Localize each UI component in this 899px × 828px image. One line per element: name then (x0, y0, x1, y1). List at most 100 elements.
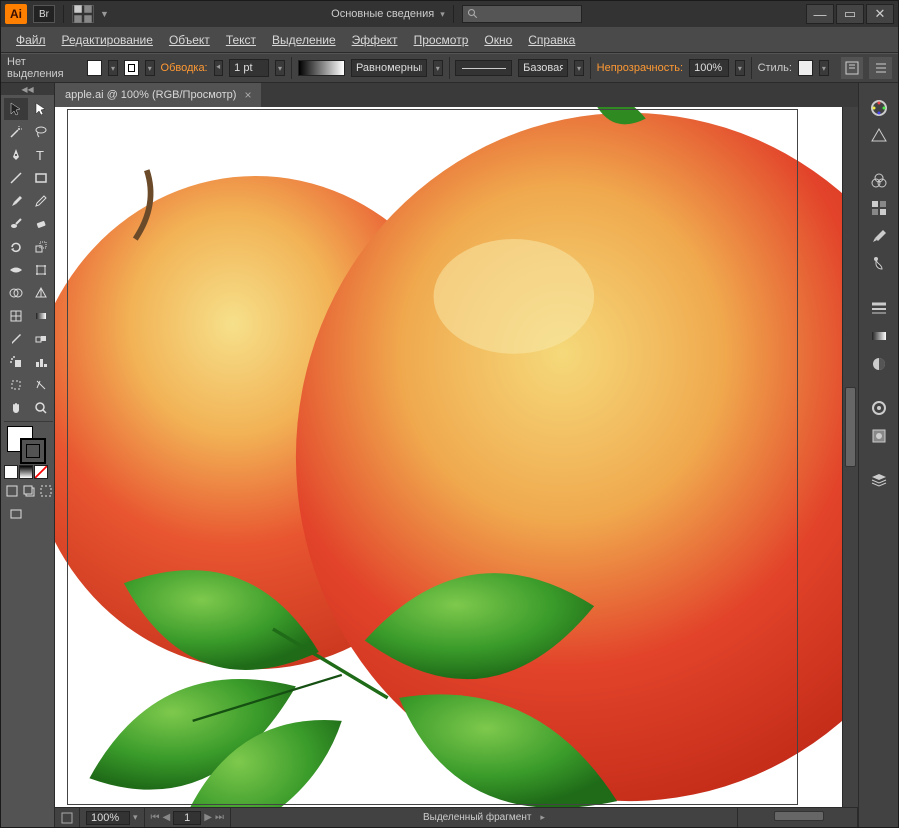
fill-dropdown[interactable]: ▾ (108, 60, 118, 76)
eyedropper-tool[interactable] (4, 328, 28, 350)
menu-text[interactable]: Текст (219, 30, 263, 50)
gradient-panel-icon[interactable] (865, 323, 893, 349)
line-tool[interactable] (4, 167, 28, 189)
artboard-nav-next-icon[interactable]: ▶ (204, 812, 212, 823)
draw-normal-icon[interactable] (4, 483, 20, 499)
stroke-swatch[interactable] (124, 60, 139, 76)
mesh-tool[interactable] (4, 305, 28, 327)
rotate-tool[interactable] (4, 236, 28, 258)
color-panel-icon[interactable] (865, 95, 893, 121)
pencil-tool[interactable] (29, 190, 53, 212)
brushes-panel-icon[interactable] (865, 195, 893, 221)
type-tool[interactable]: T (29, 144, 53, 166)
color-mode-none[interactable] (34, 465, 48, 479)
transparency-panel-icon[interactable] (865, 351, 893, 377)
style-dropdown[interactable]: ▾ (819, 60, 829, 76)
column-graph-tool[interactable] (29, 351, 53, 373)
blob-brush-tool[interactable] (4, 213, 28, 235)
stroke-weight-down[interactable]: ⯇ (214, 60, 224, 76)
blend-tool[interactable] (29, 328, 53, 350)
zoom-dropdown[interactable]: ▾ (133, 812, 138, 823)
zoom-tool[interactable] (29, 397, 53, 419)
status-info-dropdown[interactable]: ▸ (540, 812, 545, 823)
shape-builder-tool[interactable] (4, 282, 28, 304)
minimize-button[interactable]: — (806, 4, 834, 24)
arrange-dropdown[interactable]: ▼ (100, 9, 109, 19)
magic-wand-tool[interactable] (4, 121, 28, 143)
canvas[interactable] (55, 107, 858, 807)
profile-label[interactable] (351, 59, 427, 77)
selection-tool[interactable] (4, 98, 28, 120)
artboard-nav-prev-icon[interactable]: ◀ (163, 812, 171, 823)
brush-dropdown[interactable]: ▾ (574, 60, 584, 76)
menu-object[interactable]: Объект (162, 30, 217, 50)
workspace-switcher[interactable]: Основные сведения (331, 8, 434, 20)
color-guide-panel-icon[interactable] (865, 123, 893, 149)
stroke-dropdown[interactable]: ▾ (145, 60, 155, 76)
menu-effect[interactable]: Эффект (345, 30, 405, 50)
close-button[interactable]: ✕ (866, 4, 894, 24)
draw-behind-icon[interactable] (21, 483, 37, 499)
opacity-label[interactable]: Непрозрачность: (597, 62, 683, 74)
draw-inside-icon[interactable] (38, 483, 54, 499)
menu-select[interactable]: Выделение (265, 30, 343, 50)
maximize-button[interactable]: ▭ (836, 4, 864, 24)
perspective-grid-tool[interactable] (29, 282, 53, 304)
graphic-style-swatch[interactable] (798, 60, 813, 76)
opacity-input[interactable] (689, 59, 729, 77)
layers-panel-icon[interactable] (865, 467, 893, 493)
pen-tool[interactable] (4, 144, 28, 166)
tools-collapse[interactable]: ◀◀ (1, 83, 54, 95)
stroke-color[interactable] (20, 438, 46, 464)
ruler-origin-icon[interactable] (55, 808, 80, 827)
symbols-panel-icon[interactable] (865, 223, 893, 249)
arrange-documents-icon[interactable] (72, 5, 94, 23)
horizontal-scroll-thumb[interactable] (774, 811, 824, 821)
artboard-tool[interactable] (4, 374, 28, 396)
brush-label[interactable] (518, 59, 568, 77)
rectangle-tool[interactable] (29, 167, 53, 189)
color-mode-color[interactable] (4, 465, 18, 479)
bridge-icon[interactable]: Br (33, 5, 55, 23)
close-tab-icon[interactable]: × (244, 88, 251, 102)
variable-width-profile[interactable] (298, 60, 345, 76)
slice-tool[interactable] (29, 374, 53, 396)
brush-definition[interactable] (455, 60, 512, 76)
artboard-nav-last-icon[interactable]: ⏭ (215, 812, 224, 823)
appearance-panel-icon[interactable] (865, 395, 893, 421)
scale-tool[interactable] (29, 236, 53, 258)
search-input[interactable] (462, 5, 582, 23)
profile-dropdown[interactable]: ▾ (433, 60, 443, 76)
document-tab[interactable]: apple.ai @ 100% (RGB/Просмотр) × (55, 83, 261, 107)
symbol-libraries-icon[interactable] (865, 251, 893, 277)
color-mode-gradient[interactable] (19, 465, 33, 479)
stroke-panel-icon[interactable] (865, 295, 893, 321)
menu-view[interactable]: Просмотр (407, 30, 476, 50)
gradient-tool[interactable] (29, 305, 53, 327)
fill-stroke-control[interactable] (4, 424, 53, 464)
lasso-tool[interactable] (29, 121, 53, 143)
opacity-dropdown[interactable]: ▾ (735, 60, 745, 76)
screen-mode-icon[interactable] (4, 503, 28, 525)
paintbrush-tool[interactable] (4, 190, 28, 212)
eraser-tool[interactable] (29, 213, 53, 235)
workspace-dropdown[interactable]: ▾ (440, 9, 445, 20)
fill-swatch[interactable] (87, 60, 102, 76)
graphic-styles-panel-icon[interactable] (865, 423, 893, 449)
scroll-thumb[interactable] (845, 387, 856, 467)
menu-help[interactable]: Справка (521, 30, 582, 50)
hand-tool[interactable] (4, 397, 28, 419)
width-tool[interactable] (4, 259, 28, 281)
menu-edit[interactable]: Редактирование (55, 30, 160, 50)
artboard-number-input[interactable] (173, 811, 201, 825)
menu-file[interactable]: Файл (9, 30, 53, 50)
free-transform-tool[interactable] (29, 259, 53, 281)
vertical-scrollbar[interactable] (842, 107, 858, 807)
stroke-weight-input[interactable] (229, 59, 269, 77)
stroke-weight-dropdown[interactable]: ▾ (275, 60, 285, 76)
symbol-sprayer-tool[interactable] (4, 351, 28, 373)
artboard-nav-first-icon[interactable]: ⏮ (151, 812, 160, 823)
preferences-icon[interactable] (869, 57, 892, 79)
document-setup-icon[interactable] (841, 57, 864, 79)
swatches-panel-icon[interactable] (865, 167, 893, 193)
